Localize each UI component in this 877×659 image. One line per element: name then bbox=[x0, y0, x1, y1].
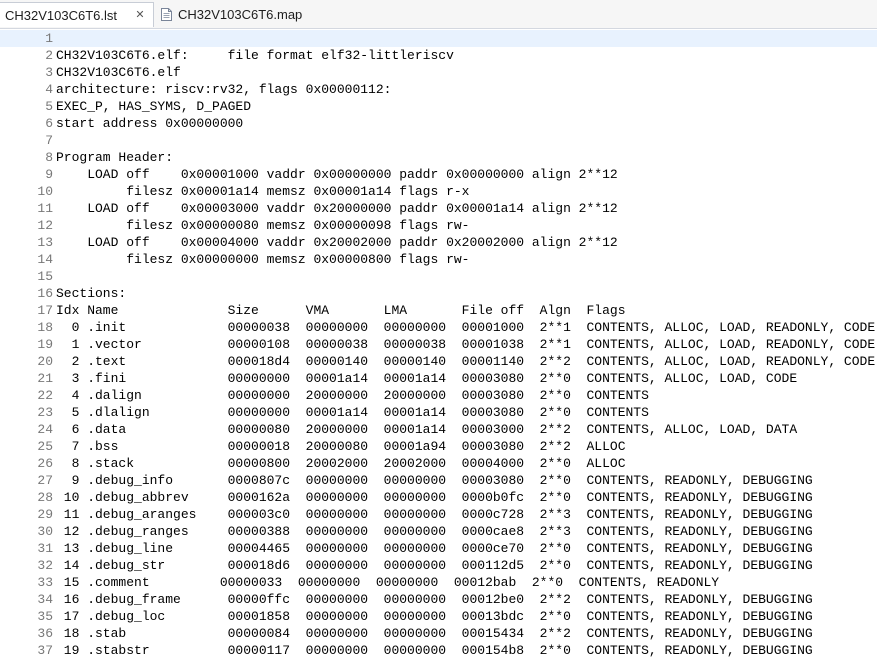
line-text: 0 .init 00000038 00000000 00000000 00001… bbox=[56, 320, 876, 335]
line-text: LOAD off 0x00003000 vaddr 0x20000000 pad… bbox=[56, 201, 618, 216]
line-number: 18 bbox=[37, 320, 53, 335]
line-text: 15 .comment 00000033 00000000 00000000 0… bbox=[56, 575, 720, 590]
line-number: 24 bbox=[37, 422, 53, 437]
line-text: 19 .stabstr 00000117 00000000 00000000 0… bbox=[56, 643, 813, 658]
line-number: 15 bbox=[37, 269, 53, 284]
line-number: 13 bbox=[37, 235, 53, 250]
line-text: 4 .dalign 00000000 20000000 20000000 000… bbox=[56, 388, 649, 403]
text-file-icon bbox=[161, 8, 172, 21]
line-text: Idx Name Size VMA LMA File off Algn Flag… bbox=[56, 303, 626, 318]
line-text: 1 .vector 00000108 00000038 00000038 000… bbox=[56, 337, 876, 352]
line-text: start address 0x00000000 bbox=[56, 116, 244, 131]
line-text: 5 .dlalign 00000000 00001a14 00001a14 00… bbox=[56, 405, 649, 420]
line-text: 10 .debug_abbrev 0000162a 00000000 00000… bbox=[56, 490, 813, 505]
line-number: 36 bbox=[37, 626, 53, 641]
line-number: 9 bbox=[45, 167, 53, 182]
line-text: Sections: bbox=[56, 286, 127, 301]
line-number: 17 bbox=[37, 303, 53, 318]
line-number: 34 bbox=[37, 592, 53, 607]
line-number: 26 bbox=[37, 456, 53, 471]
line-number: 25 bbox=[37, 439, 53, 454]
line-number: 14 bbox=[37, 252, 53, 267]
line-number: 4 bbox=[45, 82, 53, 97]
line-number: 33 bbox=[37, 575, 53, 590]
line-text: 13 .debug_line 00004465 00000000 0000000… bbox=[56, 541, 813, 556]
line-number: 16 bbox=[37, 286, 53, 301]
line-text: LOAD off 0x00001000 vaddr 0x00000000 pad… bbox=[56, 167, 618, 182]
line-text: 9 .debug_info 0000807c 00000000 00000000… bbox=[56, 473, 813, 488]
line-number: 28 bbox=[37, 490, 53, 505]
line-number: 5 bbox=[45, 99, 53, 114]
line-number: 31 bbox=[37, 541, 53, 556]
tab-map-file[interactable]: CH32V103C6T6.map bbox=[157, 2, 307, 27]
line-text: LOAD off 0x00004000 vaddr 0x20002000 pad… bbox=[56, 235, 618, 250]
line-number: 30 bbox=[37, 524, 53, 539]
line-text: EXEC_P, HAS_SYMS, D_PAGED bbox=[56, 99, 252, 114]
line-text: architecture: riscv:rv32, flags 0x000001… bbox=[56, 82, 392, 97]
line-number: 11 bbox=[37, 201, 53, 216]
line-number: 10 bbox=[37, 184, 53, 199]
close-icon[interactable]: ✕ bbox=[134, 9, 146, 21]
line-text: 18 .stab 00000084 00000000 00000000 0001… bbox=[56, 626, 813, 641]
line-text: Program Header: bbox=[56, 150, 174, 165]
line-text: CH32V103C6T6.elf bbox=[56, 65, 181, 80]
line-text: 16 .debug_frame 00000ffc 00000000 000000… bbox=[56, 592, 813, 607]
line-number: 7 bbox=[45, 133, 53, 148]
line-text: 6 .data 00000080 20000000 00001a14 00003… bbox=[56, 422, 798, 437]
tab-label: CH32V103C6T6.map bbox=[178, 7, 303, 22]
line-number: 32 bbox=[37, 558, 53, 573]
line-number: 29 bbox=[37, 507, 53, 522]
line-number: 8 bbox=[45, 150, 53, 165]
line-text: 12 .debug_ranges 00000388 00000000 00000… bbox=[56, 524, 813, 539]
line-text: filesz 0x00000080 memsz 0x00000098 flags… bbox=[56, 218, 470, 233]
line-text: 17 .debug_loc 00001858 00000000 00000000… bbox=[56, 609, 813, 624]
line-text: CH32V103C6T6.elf: file format elf32-litt… bbox=[56, 48, 454, 63]
editor-tab-bar: CH32V103C6T6.lst ✕ CH32V103C6T6.map bbox=[0, 0, 877, 29]
line-number: 35 bbox=[37, 609, 53, 624]
line-number: 20 bbox=[37, 354, 53, 369]
text-editor[interactable]: 1 2 CH32V103C6T6.elf: file format elf32-li… bbox=[0, 29, 877, 659]
line-text: filesz 0x00000000 memsz 0x00000800 flags… bbox=[56, 252, 470, 267]
line-text: 11 .debug_aranges 000003c0 00000000 0000… bbox=[56, 507, 813, 522]
line-number: 6 bbox=[45, 116, 53, 131]
line-number: 22 bbox=[37, 388, 53, 403]
line-number: 19 bbox=[37, 337, 53, 352]
line-text: 7 .bss 00000018 20000080 00001a94 000030… bbox=[56, 439, 626, 454]
line-number: 1 bbox=[45, 31, 53, 46]
line-text: filesz 0x00001a14 memsz 0x00001a14 flags… bbox=[56, 184, 470, 199]
line-number: 12 bbox=[37, 218, 53, 233]
line-number: 3 bbox=[45, 65, 53, 80]
line-text: 3 .fini 00000000 00001a14 00001a14 00003… bbox=[56, 371, 798, 386]
line-text: 8 .stack 00000800 20002000 20002000 0000… bbox=[56, 456, 626, 471]
line-number: 37 bbox=[37, 643, 53, 658]
line-number: 21 bbox=[37, 371, 53, 386]
line-text: 2 .text 000018d4 00000140 00000140 00001… bbox=[56, 354, 876, 369]
editor-line[interactable]: 1 bbox=[0, 30, 877, 47]
tab-label: CH32V103C6T6.lst bbox=[5, 8, 117, 23]
tab-lst-file[interactable]: CH32V103C6T6.lst ✕ bbox=[0, 2, 154, 27]
line-text: 14 .debug_str 000018d6 00000000 00000000… bbox=[56, 558, 813, 573]
line-number: 23 bbox=[37, 405, 53, 420]
line-number: 27 bbox=[37, 473, 53, 488]
line-number: 2 bbox=[45, 48, 53, 63]
